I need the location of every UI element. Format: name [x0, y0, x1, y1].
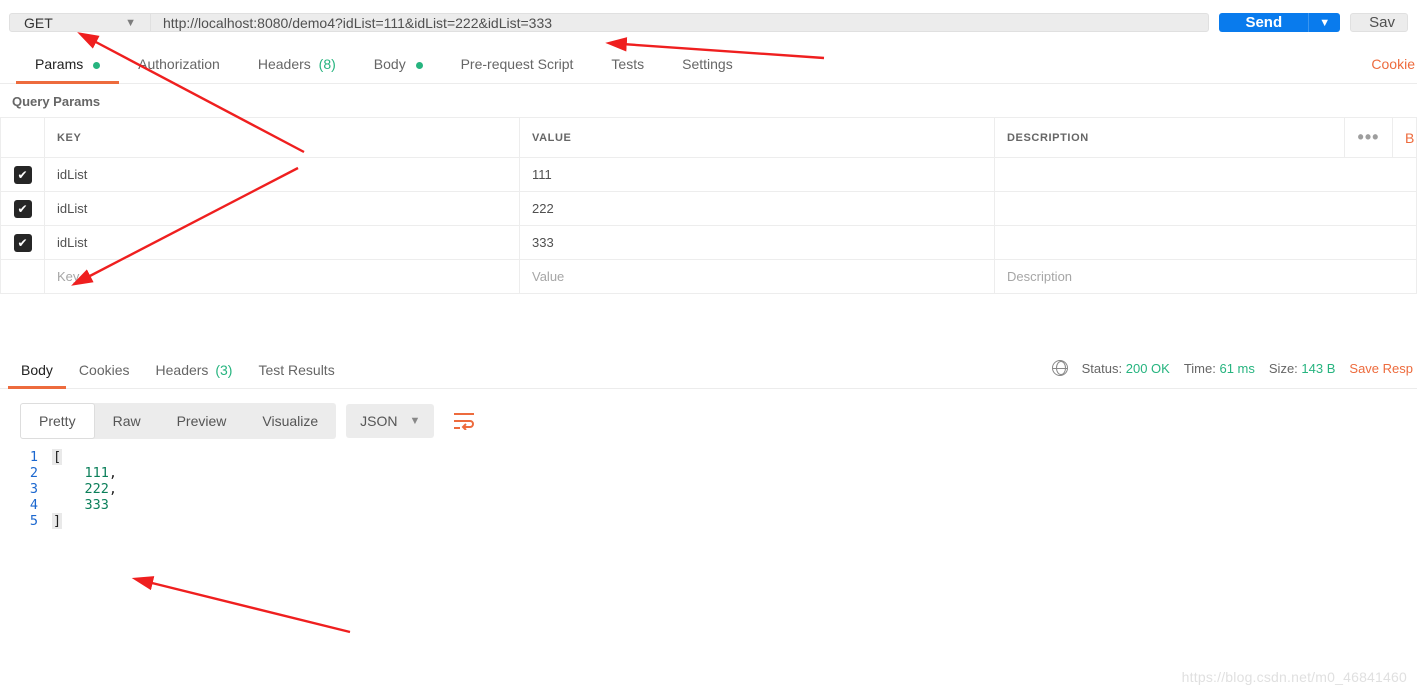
chevron-down-icon: ▼ [125, 17, 136, 29]
query-params-title: Query Params [0, 84, 1417, 117]
resp-tab-body[interactable]: Body [8, 352, 66, 388]
format-select[interactable]: JSON ▼ [346, 404, 434, 438]
time-value: 61 ms [1219, 361, 1254, 376]
code-line: 1[ [24, 449, 1417, 465]
line-number: 2 [24, 465, 52, 481]
line-number: 1 [24, 449, 52, 465]
tab-params[interactable]: Params [16, 45, 119, 83]
line-number: 5 [24, 513, 52, 529]
tab-headers-count: (8) [319, 56, 336, 72]
caret-down-icon: ▼ [1319, 17, 1330, 29]
size-value: 143 B [1301, 361, 1335, 376]
view-pretty-button[interactable]: Pretty [20, 403, 95, 439]
tab-authorization[interactable]: Authorization [119, 45, 239, 83]
line-number: 4 [24, 497, 52, 513]
response-body-toolbar: Pretty Raw Preview Visualize JSON ▼ [0, 389, 1417, 443]
param-key-cell[interactable]: idList [45, 158, 520, 192]
code-line: 4 333 [24, 497, 1417, 513]
response-body-code[interactable]: 1[2 111,3 222,4 3335] [0, 443, 1417, 529]
table-row[interactable]: ✔ idList111 [1, 158, 1417, 192]
table-header-row: KEY VALUE DESCRIPTION ••• B [1, 118, 1417, 158]
param-value-cell[interactable]: 222 [520, 192, 995, 226]
http-method-select[interactable]: GET ▼ [9, 13, 151, 32]
resp-tab-tests[interactable]: Test Results [245, 352, 347, 388]
globe-icon[interactable] [1052, 360, 1068, 376]
view-visualize-button[interactable]: Visualize [244, 403, 336, 439]
tab-settings[interactable]: Settings [663, 45, 752, 83]
param-key-cell[interactable]: idList [45, 192, 520, 226]
tab-headers-label: Headers [258, 56, 311, 72]
time-label: Time: [1184, 361, 1216, 376]
status-group: Status: 200 OK [1082, 361, 1170, 376]
checkbox-checked-icon[interactable]: ✔ [14, 234, 32, 252]
caret-down-icon: ▼ [410, 415, 421, 427]
code-line: 2 111, [24, 465, 1417, 481]
status-label: Status: [1082, 361, 1122, 376]
new-value-input[interactable]: Value [520, 260, 995, 294]
status-value: 200 OK [1126, 361, 1170, 376]
tab-tests[interactable]: Tests [592, 45, 663, 83]
send-button[interactable]: Send [1219, 13, 1308, 32]
time-group: Time: 61 ms [1184, 361, 1255, 376]
watermark-text: https://blog.csdn.net/m0_46841460 [1182, 669, 1407, 685]
resp-tab-headers-count: (3) [215, 362, 232, 378]
view-mode-group: Pretty Raw Preview Visualize [20, 403, 336, 439]
request-url-input[interactable]: http://localhost:8080/demo4?idList=111&i… [150, 13, 1209, 32]
tab-body[interactable]: Body [355, 45, 442, 83]
checkbox-checked-icon[interactable]: ✔ [14, 166, 32, 184]
annotation-arrow-icon [140, 574, 360, 647]
view-raw-button[interactable]: Raw [95, 403, 159, 439]
tab-prerequest[interactable]: Pre-request Script [442, 45, 593, 83]
code-line: 3 222, [24, 481, 1417, 497]
http-method-value: GET [24, 15, 53, 31]
th-desc: DESCRIPTION [995, 118, 1345, 158]
tab-body-label: Body [374, 56, 406, 72]
param-desc-cell[interactable] [995, 158, 1417, 192]
save-response-link[interactable]: Save Resp [1349, 361, 1413, 376]
more-options-icon[interactable]: ••• [1358, 127, 1380, 147]
status-dot-icon [93, 62, 100, 69]
save-button[interactable]: Sav [1350, 13, 1408, 32]
resp-tab-headers[interactable]: Headers (3) [143, 352, 246, 388]
status-dot-icon [416, 62, 423, 69]
param-desc-cell[interactable] [995, 192, 1417, 226]
resp-tab-headers-label: Headers [156, 362, 209, 378]
resp-tab-cookies[interactable]: Cookies [66, 352, 143, 388]
code-line: 5] [24, 513, 1417, 529]
wrap-lines-button[interactable] [444, 404, 484, 438]
th-value: VALUE [520, 118, 995, 158]
param-key-cell[interactable]: idList [45, 226, 520, 260]
size-label: Size: [1269, 361, 1298, 376]
line-number: 3 [24, 481, 52, 497]
checkbox-checked-icon[interactable]: ✔ [14, 200, 32, 218]
new-desc-input[interactable]: Description [995, 260, 1417, 294]
tab-params-label: Params [35, 56, 83, 72]
new-key-input[interactable]: Key [45, 260, 520, 294]
response-meta: Status: 200 OK Time: 61 ms Size: 143 B S… [1052, 360, 1413, 376]
table-row[interactable]: ✔ idList333 [1, 226, 1417, 260]
query-params-table: KEY VALUE DESCRIPTION ••• B ✔ idList111 ✔ i… [0, 117, 1417, 294]
table-row[interactable]: ✔ idList222 [1, 192, 1417, 226]
request-tabs: Params Authorization Headers (8) Body Pr… [0, 45, 1417, 84]
send-dropdown-button[interactable]: ▼ [1308, 13, 1340, 32]
size-group: Size: 143 B [1269, 361, 1336, 376]
response-tabs: Body Cookies Headers (3) Test Results St… [0, 352, 1417, 389]
cookies-link[interactable]: Cookie [1371, 56, 1417, 72]
view-preview-button[interactable]: Preview [159, 403, 245, 439]
param-value-cell[interactable]: 333 [520, 226, 995, 260]
format-value: JSON [360, 413, 397, 429]
table-row-new[interactable]: Key Value Description [1, 260, 1417, 294]
request-url-value: http://localhost:8080/demo4?idList=111&i… [163, 15, 552, 31]
tab-headers[interactable]: Headers (8) [239, 45, 355, 83]
th-key: KEY [45, 118, 520, 158]
param-desc-cell[interactable] [995, 226, 1417, 260]
bulk-edit-link[interactable]: B [1393, 118, 1417, 158]
param-value-cell[interactable]: 111 [520, 158, 995, 192]
